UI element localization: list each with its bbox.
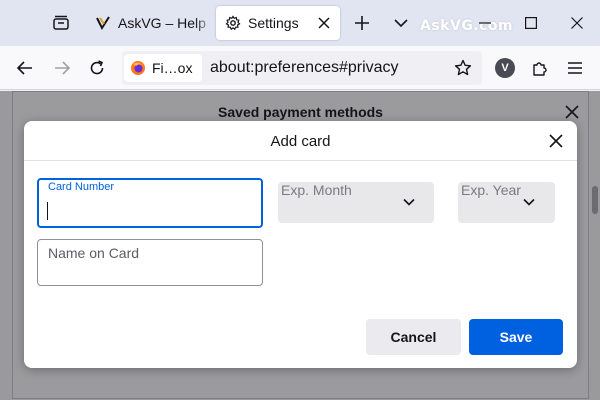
chevron-down-icon [522, 195, 536, 209]
exp-year-label: Exp. Year [461, 182, 521, 198]
site-identity-button[interactable]: Fi…ox [124, 54, 202, 82]
name-on-card-placeholder: Name on Card [48, 245, 140, 261]
reload-icon[interactable] [85, 56, 109, 80]
chevron-down-icon[interactable] [391, 13, 411, 33]
hamburger-menu-icon[interactable] [563, 56, 587, 80]
chevron-down-icon [402, 195, 416, 209]
scrollbar-thumb[interactable] [592, 186, 598, 214]
back-arrow-icon[interactable] [13, 56, 37, 80]
identity-label: Fi…ox [152, 60, 193, 76]
exp-month-label: Exp. Month [281, 182, 352, 198]
save-button[interactable]: Save [469, 319, 563, 355]
list-all-tabs-icon[interactable] [50, 12, 72, 34]
watermark-text: AskVG.com [420, 18, 514, 34]
card-number-input[interactable]: Card Number [37, 178, 263, 228]
navigation-toolbar: Fi…ox about:preferences#privacy V [0, 46, 600, 90]
extensions-puzzle-icon[interactable] [528, 56, 552, 80]
close-tab-icon[interactable] [316, 15, 332, 31]
tab-settings[interactable]: Settings [216, 6, 340, 40]
tab-strip: AskVG – Help Settings AskVG.com [0, 0, 600, 46]
gear-icon [224, 14, 242, 32]
saved-payment-methods-title: Saved payment methods [218, 104, 383, 120]
cancel-button[interactable]: Cancel [366, 319, 461, 355]
card-number-label: Card Number [48, 181, 115, 193]
extension-v-icon[interactable]: V [495, 58, 515, 78]
dialog-title: Add card [270, 133, 331, 150]
close-icon[interactable] [564, 104, 580, 120]
bookmark-star-icon[interactable] [452, 57, 474, 79]
add-card-dialog: Add card Card Number Name on Card Exp. M… [24, 121, 577, 368]
maximize-icon[interactable] [520, 12, 542, 34]
text-caret [47, 202, 48, 220]
tab-askvg[interactable]: AskVG – Help [86, 6, 214, 40]
name-on-card-input[interactable]: Name on Card [37, 239, 263, 286]
exp-year-select[interactable]: Exp. Year [458, 182, 555, 223]
minimize-icon[interactable] [474, 12, 496, 34]
tab-title: Settings [248, 15, 299, 31]
tab-title: AskVG – Help [118, 15, 206, 31]
exp-month-select[interactable]: Exp. Month [278, 182, 434, 223]
firefox-icon [131, 61, 145, 75]
new-tab-plus-icon[interactable] [352, 13, 372, 33]
window-close-icon[interactable] [566, 12, 588, 34]
forward-arrow-icon[interactable] [50, 56, 74, 80]
url-text[interactable]: about:preferences#privacy [210, 59, 399, 77]
close-icon[interactable] [547, 132, 565, 150]
askvg-favicon-icon [94, 14, 112, 32]
dialog-header: Add card [24, 121, 577, 161]
url-bar[interactable]: Fi…ox about:preferences#privacy [122, 51, 482, 85]
